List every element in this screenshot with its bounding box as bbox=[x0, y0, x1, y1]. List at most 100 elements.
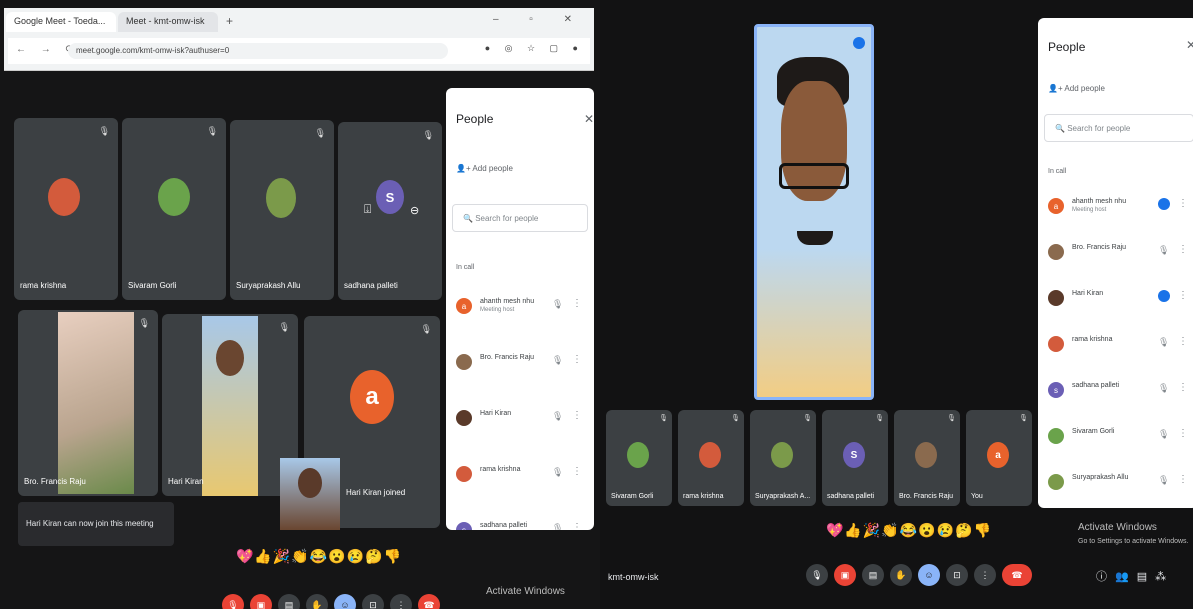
extension-icons[interactable]: ● ◎ ☆ ▢ ● bbox=[485, 43, 584, 54]
mic-off-icon: 🎙 bbox=[422, 130, 434, 140]
section-label: In call bbox=[456, 264, 475, 271]
mic-off-icon[interactable]: 🎙 bbox=[1158, 475, 1169, 486]
more-icon[interactable]: ⋮ bbox=[1178, 290, 1188, 301]
more-icon[interactable]: ⋮ bbox=[1178, 474, 1188, 485]
add-people-button[interactable]: 👤+ Add people bbox=[456, 164, 513, 173]
join-toast: Hari Kiran can now join this meeting bbox=[18, 502, 174, 546]
chat-icon[interactable]: ▤ bbox=[1137, 570, 1147, 583]
more-icon[interactable]: ⋮ bbox=[572, 522, 582, 530]
present-button[interactable]: ⊡ bbox=[946, 564, 968, 586]
end-call-button[interactable]: ☎ bbox=[1002, 564, 1032, 586]
reactions-button[interactable]: ☺ bbox=[918, 564, 940, 586]
participant-row[interactable]: rama krishna 🎙 ⋮ bbox=[1048, 330, 1192, 360]
mic-button[interactable]: 🎙 bbox=[222, 594, 244, 609]
participant-tile[interactable]: 🎙 Suryaprakash A... bbox=[750, 410, 816, 506]
mic-off-icon[interactable]: 🎙 bbox=[552, 299, 563, 310]
more-icon[interactable]: ⋮ bbox=[1178, 336, 1188, 347]
more-icon[interactable]: ⋮ bbox=[572, 410, 582, 421]
face bbox=[216, 340, 244, 376]
search-input[interactable]: 🔍 Search for people bbox=[1044, 114, 1193, 142]
participant-name: sadhana palleti bbox=[480, 522, 528, 529]
reaction-bar[interactable]: 💖👍🎉👏😂😮😢🤔👎 bbox=[236, 548, 402, 565]
mic-off-icon[interactable]: 🎙 bbox=[552, 355, 563, 366]
spotlight-video[interactable] bbox=[754, 24, 874, 400]
participant-row[interactable]: s sadhana palleti 🎙 ⋮ bbox=[456, 516, 586, 530]
participant-tile[interactable]: 🎙 Sivaram Gorli bbox=[122, 118, 226, 300]
reactions-button[interactable]: ☺ bbox=[334, 594, 356, 609]
people-panel: People ✕ 👤+ Add people 🔍 Search for peop… bbox=[446, 88, 594, 530]
participant-row[interactable]: Bro. Francis Raju 🎙 ⋮ bbox=[456, 348, 586, 378]
participant-tile[interactable]: 🎙 Bro. Francis Raju bbox=[894, 410, 960, 506]
search-input[interactable]: 🔍 Search for people bbox=[452, 204, 588, 232]
more-icon[interactable]: ⋮ bbox=[572, 298, 582, 309]
url-input[interactable]: meet.google.com/kmt-omw-isk?authuser=0 bbox=[68, 43, 448, 59]
participant-tile[interactable]: 🎙 Hari Kiran bbox=[162, 314, 298, 496]
reaction-bar[interactable]: 💖👍🎉👏😂😮😢🤔👎 bbox=[826, 522, 992, 539]
mic-off-icon[interactable]: 🎙 bbox=[1158, 383, 1169, 394]
participant-tile[interactable]: 🎙 Bro. Francis Raju bbox=[18, 310, 158, 496]
participant-name: Bro. Francis Raju bbox=[480, 354, 535, 361]
people-icon[interactable]: 👥 bbox=[1115, 570, 1129, 583]
present-button[interactable]: ⊡ bbox=[362, 594, 384, 609]
participant-name: Bro. Francis Raju bbox=[899, 493, 954, 500]
browser-window: Google Meet - Toeda... Meet - kmt-omw-is… bbox=[4, 8, 594, 71]
close-icon[interactable]: ✕ bbox=[584, 112, 594, 126]
more-icon[interactable]: ⋮ bbox=[1178, 382, 1188, 393]
window-controls[interactable]: – ▫ ✕ bbox=[493, 14, 586, 25]
raise-hand-button[interactable]: ✋ bbox=[306, 594, 328, 609]
participant-row[interactable]: a ahanth mesh nhu Meeting host 🎙 ⋮ bbox=[456, 292, 586, 322]
remove-icon[interactable]: ⊖ bbox=[410, 204, 419, 217]
browser-tab-1[interactable]: Google Meet - Toeda... bbox=[6, 12, 116, 32]
add-person-icon: 👤+ bbox=[456, 164, 471, 173]
activities-icon[interactable]: ⁂ bbox=[1155, 570, 1166, 583]
participant-row[interactable]: Hari Kiran 🎙 ⋮ bbox=[456, 404, 586, 434]
participant-row[interactable]: a ahanth mesh nhu Meeting host ⋮ bbox=[1048, 192, 1192, 222]
participant-tile[interactable]: 🎙 Sivaram Gorli bbox=[606, 410, 672, 506]
avatar bbox=[1048, 474, 1064, 490]
mic-off-icon[interactable]: 🎙 bbox=[552, 411, 563, 422]
participant-tile[interactable]: 🎙 rama krishna bbox=[14, 118, 118, 300]
windows-watermark: Activate Windows bbox=[1078, 522, 1157, 533]
add-people-button[interactable]: 👤+ Add people bbox=[1048, 84, 1105, 93]
mic-button[interactable]: 🎙 bbox=[806, 564, 828, 586]
mic-off-icon[interactable]: 🎙 bbox=[1158, 337, 1169, 348]
camera-button[interactable]: ▣ bbox=[250, 594, 272, 609]
participant-name: Suryaprakash Allu bbox=[1072, 474, 1129, 481]
mic-off-icon[interactable]: 🎙 bbox=[1158, 245, 1169, 256]
participant-row[interactable]: s sadhana palleti 🎙 ⋮ bbox=[1048, 376, 1192, 406]
captions-button[interactable]: ▤ bbox=[278, 594, 300, 609]
participant-row[interactable]: Sivaram Gorli 🎙 ⋮ bbox=[1048, 422, 1192, 452]
avatar: a bbox=[987, 442, 1009, 468]
raise-hand-button[interactable]: ✋ bbox=[890, 564, 912, 586]
pin-icon[interactable]: ⍗ bbox=[364, 202, 371, 217]
new-tab-icon[interactable]: + bbox=[226, 14, 233, 28]
participant-row[interactable]: Hari Kiran ⋮ bbox=[1048, 284, 1192, 314]
participant-tile[interactable]: 🎙 rama krishna bbox=[678, 410, 744, 506]
participant-tile[interactable]: 🎙 Ssadhana palleti bbox=[822, 410, 888, 506]
joined-notice: Hari Kiran joined bbox=[346, 488, 406, 497]
camera-button[interactable]: ▣ bbox=[834, 564, 856, 586]
participant-tile[interactable]: 🎙 a You bbox=[966, 410, 1032, 506]
participant-row[interactable]: Suryaprakash Allu 🎙 ⋮ bbox=[1048, 468, 1192, 498]
more-icon[interactable]: ⋮ bbox=[1178, 244, 1188, 255]
more-icon[interactable]: ⋮ bbox=[572, 354, 582, 365]
more-icon[interactable]: ⋮ bbox=[572, 466, 582, 477]
close-icon[interactable]: ✕ bbox=[1186, 38, 1193, 52]
avatar bbox=[1048, 244, 1064, 260]
captions-button[interactable]: ▤ bbox=[862, 564, 884, 586]
browser-tab-2[interactable]: Meet - kmt-omw-isk bbox=[118, 12, 218, 32]
participant-tile[interactable]: 🎙 S ⍗ ⊖ sadhana palleti bbox=[338, 122, 442, 300]
info-icon[interactable]: ⓘ bbox=[1096, 568, 1107, 584]
participant-tile[interactable]: 🎙 Suryaprakash Allu bbox=[230, 120, 334, 300]
participant-row[interactable]: rama krishna 🎙 ⋮ bbox=[456, 460, 586, 490]
speaking-icon bbox=[853, 37, 865, 49]
mic-off-icon[interactable]: 🎙 bbox=[1158, 429, 1169, 440]
end-call-button[interactable]: ☎ bbox=[418, 594, 440, 609]
mic-off-icon[interactable]: 🎙 bbox=[552, 523, 563, 530]
more-icon[interactable]: ⋮ bbox=[1178, 198, 1188, 209]
more-icon[interactable]: ⋮ bbox=[1178, 428, 1188, 439]
more-options-button[interactable]: ⋮ bbox=[974, 564, 996, 586]
more-options-button[interactable]: ⋮ bbox=[390, 594, 412, 609]
mic-off-icon[interactable]: 🎙 bbox=[552, 467, 563, 478]
participant-row[interactable]: Bro. Francis Raju 🎙 ⋮ bbox=[1048, 238, 1192, 268]
